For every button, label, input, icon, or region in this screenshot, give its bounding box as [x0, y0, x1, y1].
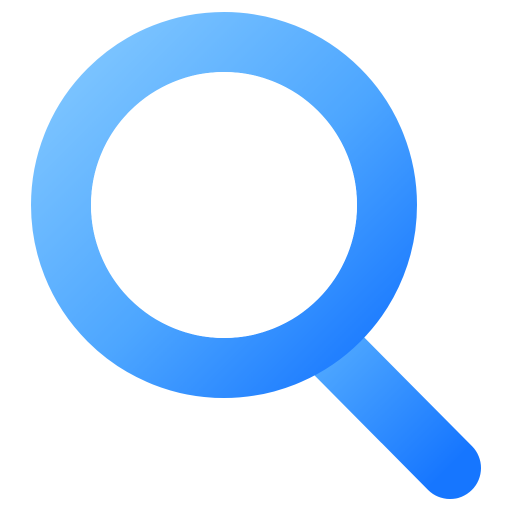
- magnifier-handle: [304, 321, 481, 499]
- search-icon: [31, 12, 481, 499]
- icon-canvas: [0, 0, 512, 512]
- magnifier-lens: [91, 72, 357, 338]
